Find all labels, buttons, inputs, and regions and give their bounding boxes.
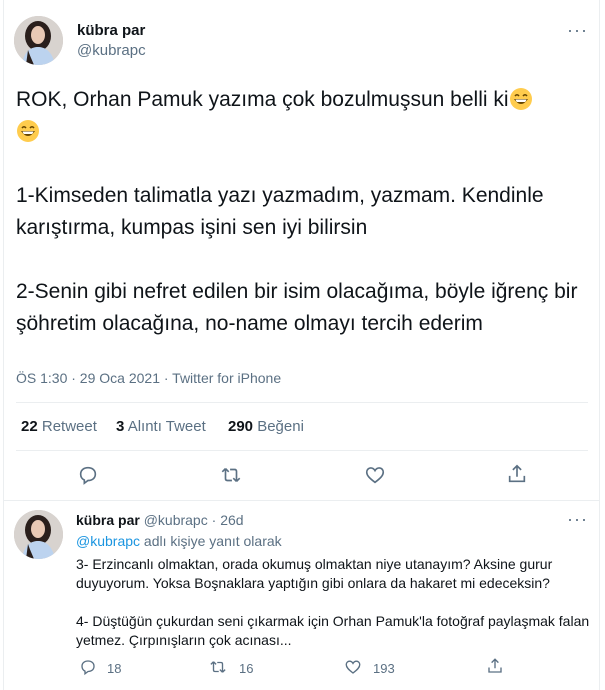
tweet-line-1: ROK, Orhan Pamuk yazıma çok bozulmuşsun … <box>16 88 509 111</box>
reply-time-separator: · <box>211 512 217 528</box>
quotes-count: 3 <box>116 418 125 435</box>
divider <box>16 402 588 403</box>
reply-icon[interactable] <box>79 658 97 676</box>
grinning-emoji <box>509 88 532 110</box>
like-count: 193 <box>373 661 395 676</box>
replying-to: @kubrapc adlı kişiye yanıt olarak <box>76 533 282 549</box>
reply-avatar[interactable] <box>14 510 63 559</box>
avatar-image <box>14 510 63 559</box>
timeline-column: kübra par @kubrapc ··· ROK, Orhan Pamuk … <box>3 0 600 690</box>
avatar-image <box>14 16 63 65</box>
likes-count: 290 <box>228 418 254 435</box>
more-icon[interactable]: ··· <box>567 20 588 41</box>
divider <box>16 450 588 451</box>
divider <box>4 500 599 501</box>
reply-author-handle[interactable]: @kubrapc <box>144 512 208 528</box>
quotes-stat[interactable]: 3 Alıntı Tweet <box>116 418 206 435</box>
quotes-label: Alıntı Tweet <box>127 418 206 435</box>
like-icon[interactable] <box>344 658 362 676</box>
reply-icon[interactable] <box>77 464 99 486</box>
reply-time[interactable]: 26d <box>220 512 243 528</box>
reply-author-name[interactable]: kübra par <box>76 512 140 528</box>
retweet-count: 16 <box>239 661 254 676</box>
share-icon[interactable] <box>506 463 528 485</box>
share-icon[interactable] <box>486 657 504 675</box>
retweets-label: Retweet <box>41 418 97 435</box>
grinning-emoji <box>17 120 39 142</box>
replying-to-label: adlı kişiye yanıt olarak <box>143 533 282 549</box>
reply-count: 18 <box>107 661 122 676</box>
author-handle[interactable]: @kubrapc <box>77 42 146 59</box>
retweet-icon[interactable] <box>220 464 242 486</box>
more-icon[interactable]: ··· <box>567 509 588 530</box>
avatar[interactable] <box>14 16 63 65</box>
retweets-count: 22 <box>21 418 38 435</box>
likes-label: Beğeni <box>257 418 304 435</box>
replying-to-link[interactable]: @kubrapc <box>76 533 140 549</box>
tweet-paragraph-2: 1-Kimseden talimatla yazı yazmadım, yazm… <box>16 184 550 239</box>
tweet-text: ROK, Orhan Pamuk yazıma çok bozulmuşsun … <box>16 84 586 340</box>
tweet-paragraph-3: 2-Senin gibi nefret edilen bir isim olac… <box>16 280 584 335</box>
likes-stat[interactable]: 290 Beğeni <box>228 418 304 435</box>
retweets-stat[interactable]: 22 Retweet <box>21 418 97 435</box>
reply-text: 3- Erzincanlı olmaktan, orada okumuş olm… <box>76 556 590 648</box>
author-name[interactable]: kübra par <box>77 22 145 39</box>
reply-header: kübra par @kubrapc · 26d <box>76 512 244 528</box>
like-icon[interactable] <box>364 464 386 486</box>
tweet-timestamp[interactable]: ÖS 1:30 · 29 Oca 2021 · Twitter for iPho… <box>16 370 281 386</box>
retweet-icon[interactable] <box>209 658 227 676</box>
